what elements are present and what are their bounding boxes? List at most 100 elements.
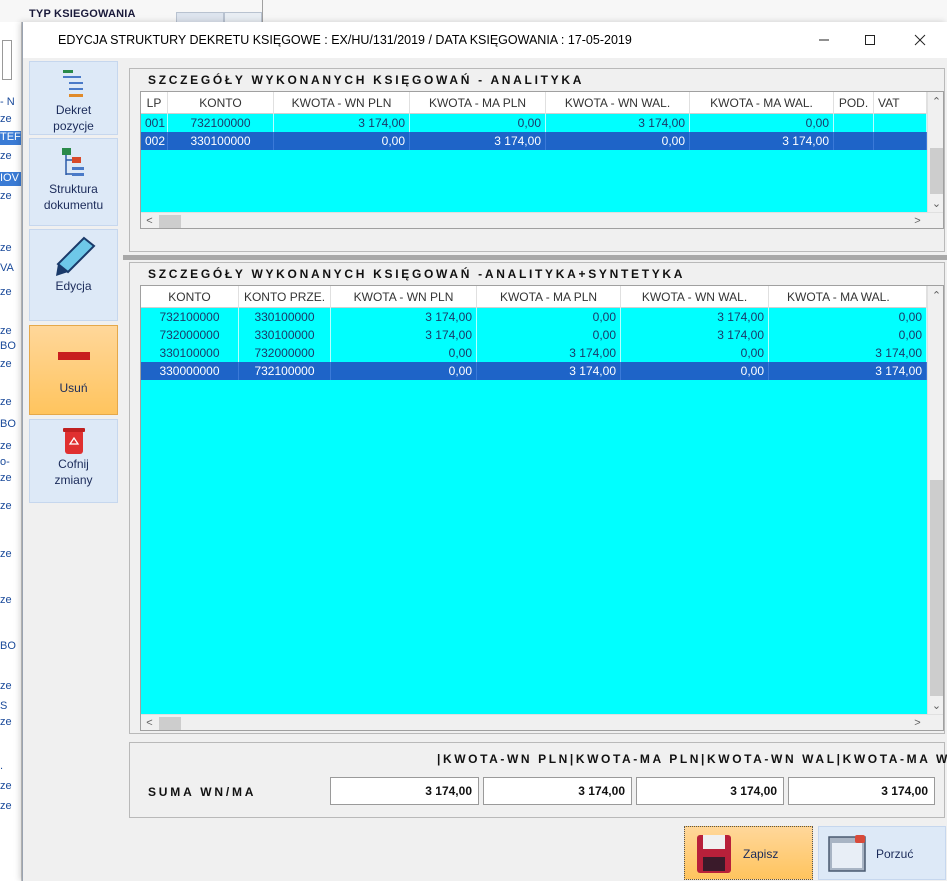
edycja-button[interactable]: Edycja — [29, 229, 118, 321]
cell: 0,00 — [621, 362, 769, 380]
suma-wn-wal-field: 3 174,00 — [636, 777, 784, 805]
struktura-dokumentu-button[interactable]: Struktura dokumentu — [29, 138, 118, 226]
scroll-right-icon[interactable]: > — [909, 213, 926, 228]
floppy-disk-icon — [697, 835, 731, 873]
col-vat[interactable]: VAT — [874, 92, 927, 114]
cell: 3 174,00 — [410, 132, 546, 150]
dekret-label-1: Dekret — [55, 103, 92, 117]
title-bar: EDYCJA STRUKTURY DEKRETU KSIĘGOWE : EX/H… — [23, 22, 947, 58]
scroll-thumb[interactable] — [930, 480, 943, 696]
structure-icon — [61, 148, 84, 176]
parent-list-fragment: ze — [0, 325, 12, 337]
analityka-panel: SZCZEGÓŁY WYKONANYCH KSIĘGOWAŃ - ANALITY… — [129, 68, 945, 252]
scroll-thumb[interactable] — [159, 215, 181, 228]
cell: 002 — [141, 132, 168, 150]
syntetyka-hscroll[interactable]: < > — [141, 714, 943, 730]
table-row-selected[interactable]: 330000000 732100000 0,00 3 174,00 0,00 3… — [141, 362, 927, 380]
col-kwota-ma-wal[interactable]: KWOTA - MA WAL. — [769, 286, 927, 308]
parent-list-fragment: IOV — [0, 172, 21, 186]
cell: 3 174,00 — [621, 308, 769, 326]
parent-list-fragment: ze — [0, 190, 12, 202]
parent-list-fragment: ze — [0, 396, 12, 408]
cell: 0,00 — [477, 326, 621, 344]
cell — [874, 114, 927, 132]
parent-divider — [262, 0, 263, 22]
col-pod[interactable]: POD. — [834, 92, 874, 114]
col-kwota-wn-wal[interactable]: KWOTA - WN WAL. — [546, 92, 690, 114]
cell: 3 174,00 — [477, 344, 621, 362]
save-button[interactable]: Zapisz — [684, 826, 813, 880]
maximize-button[interactable] — [847, 22, 893, 58]
parent-list-fragment: ze — [0, 680, 12, 692]
scroll-up-icon[interactable]: ⌃ — [928, 94, 943, 111]
parent-list-fragment: . — [0, 760, 4, 772]
cell: 3 174,00 — [690, 132, 834, 150]
minimize-button[interactable] — [801, 22, 847, 58]
cell: 0,00 — [331, 344, 477, 362]
scroll-down-icon[interactable]: ⌄ — [928, 698, 943, 715]
parent-list-column: - N ze TEF ze IOV ze ze VA ze ze BO ze ze BO ze o-ze ze z… — [0, 22, 22, 881]
col-konto[interactable]: KONTO — [141, 286, 239, 308]
parent-list-fragment: TEF — [0, 131, 21, 145]
cofnij-zmiany-button[interactable]: Cofnij zmiany — [29, 419, 118, 503]
scroll-right-icon[interactable]: > — [909, 715, 926, 730]
table-row[interactable]: 001 732100000 3 174,00 0,00 3 174,00 0,0… — [141, 114, 927, 132]
recycle-bin-icon — [62, 428, 85, 454]
table-row[interactable]: 330100000 732000000 0,00 3 174,00 0,00 3… — [141, 344, 927, 362]
suma-panel: |KWOTA-WN PLN|KWOTA-MA PLN|KWOTA-WN WAL|… — [129, 742, 947, 818]
col-konto-prze[interactable]: KONTO PRZE. — [239, 286, 331, 308]
struktura-label-2: dokumentu — [43, 198, 104, 212]
usun-button[interactable]: Usuń — [29, 325, 118, 415]
cofnij-label-1: Cofnij — [58, 457, 89, 471]
cell: 0,00 — [546, 132, 690, 150]
parent-tab-2[interactable] — [224, 12, 262, 22]
list-tree-icon — [62, 70, 83, 97]
parent-list-fragment: S — [0, 700, 8, 712]
table-row-selected[interactable]: 002 330100000 0,00 3 174,00 0,00 3 174,0… — [141, 132, 927, 150]
parent-list-fragment: ze — [0, 472, 12, 484]
col-kwota-ma-wal[interactable]: KWOTA - MA WAL. — [690, 92, 834, 114]
cell: 0,00 — [410, 114, 546, 132]
table-row[interactable]: 732000000 330100000 3 174,00 0,00 3 174,… — [141, 326, 927, 344]
syntetyka-grid[interactable]: KONTO KONTO PRZE. KWOTA - WN PLN KWOTA -… — [140, 285, 944, 731]
discard-button[interactable]: Porzuć — [818, 826, 946, 880]
col-konto[interactable]: KONTO — [168, 92, 274, 114]
cell: 3 174,00 — [546, 114, 690, 132]
scroll-thumb[interactable] — [159, 717, 181, 730]
col-kwota-wn-wal[interactable]: KWOTA - WN WAL. — [621, 286, 769, 308]
analityka-grid[interactable]: LP KONTO KWOTA - WN PLN KWOTA - MA PLN K… — [140, 91, 944, 229]
scroll-down-icon[interactable]: ⌄ — [928, 196, 943, 213]
screen: TYP KSIEGOWANIA - N ze TEF ze IOV ze ze VA ze ze B… — [0, 0, 947, 881]
usun-label: Usuń — [59, 381, 88, 395]
splitter[interactable] — [123, 255, 947, 260]
analityka-vscroll[interactable]: ⌃ ⌄ — [927, 92, 943, 213]
col-lp[interactable]: LP — [141, 92, 168, 114]
scroll-left-icon[interactable]: < — [141, 213, 158, 228]
cell: 0,00 — [331, 362, 477, 380]
col-kwota-ma-pln[interactable]: KWOTA - MA PLN — [477, 286, 621, 308]
parent-checkbox-area — [2, 40, 12, 80]
parent-tab[interactable] — [176, 12, 224, 22]
col-kwota-wn-pln[interactable]: KWOTA - WN PLN — [331, 286, 477, 308]
syntetyka-vscroll[interactable]: ⌃ ⌄ — [927, 286, 943, 715]
analityka-hscroll[interactable]: < > — [141, 212, 943, 228]
cell — [874, 132, 927, 150]
parent-list-fragment: ze — [0, 716, 12, 728]
parent-list-fragment: ze — [0, 286, 12, 298]
scroll-left-icon[interactable]: < — [141, 715, 158, 730]
parent-list-fragment: ze — [0, 440, 12, 452]
dekret-pozycje-button[interactable]: Dekret pozycje — [29, 61, 118, 135]
cell: 732000000 — [141, 326, 239, 344]
close-button[interactable] — [897, 22, 943, 58]
scroll-up-icon[interactable]: ⌃ — [928, 288, 943, 305]
cell: 0,00 — [769, 308, 927, 326]
col-kwota-ma-pln[interactable]: KWOTA - MA PLN — [410, 92, 546, 114]
struktura-label-1: Struktura — [49, 182, 98, 196]
cell: 330100000 — [168, 132, 274, 150]
cell: 732100000 — [239, 362, 331, 380]
save-label: Zapisz — [743, 847, 779, 861]
table-row[interactable]: 732100000 330100000 3 174,00 0,00 3 174,… — [141, 308, 927, 326]
scroll-thumb[interactable] — [930, 148, 943, 194]
cell: 732100000 — [168, 114, 274, 132]
col-kwota-wn-pln[interactable]: KWOTA - WN PLN — [274, 92, 410, 114]
